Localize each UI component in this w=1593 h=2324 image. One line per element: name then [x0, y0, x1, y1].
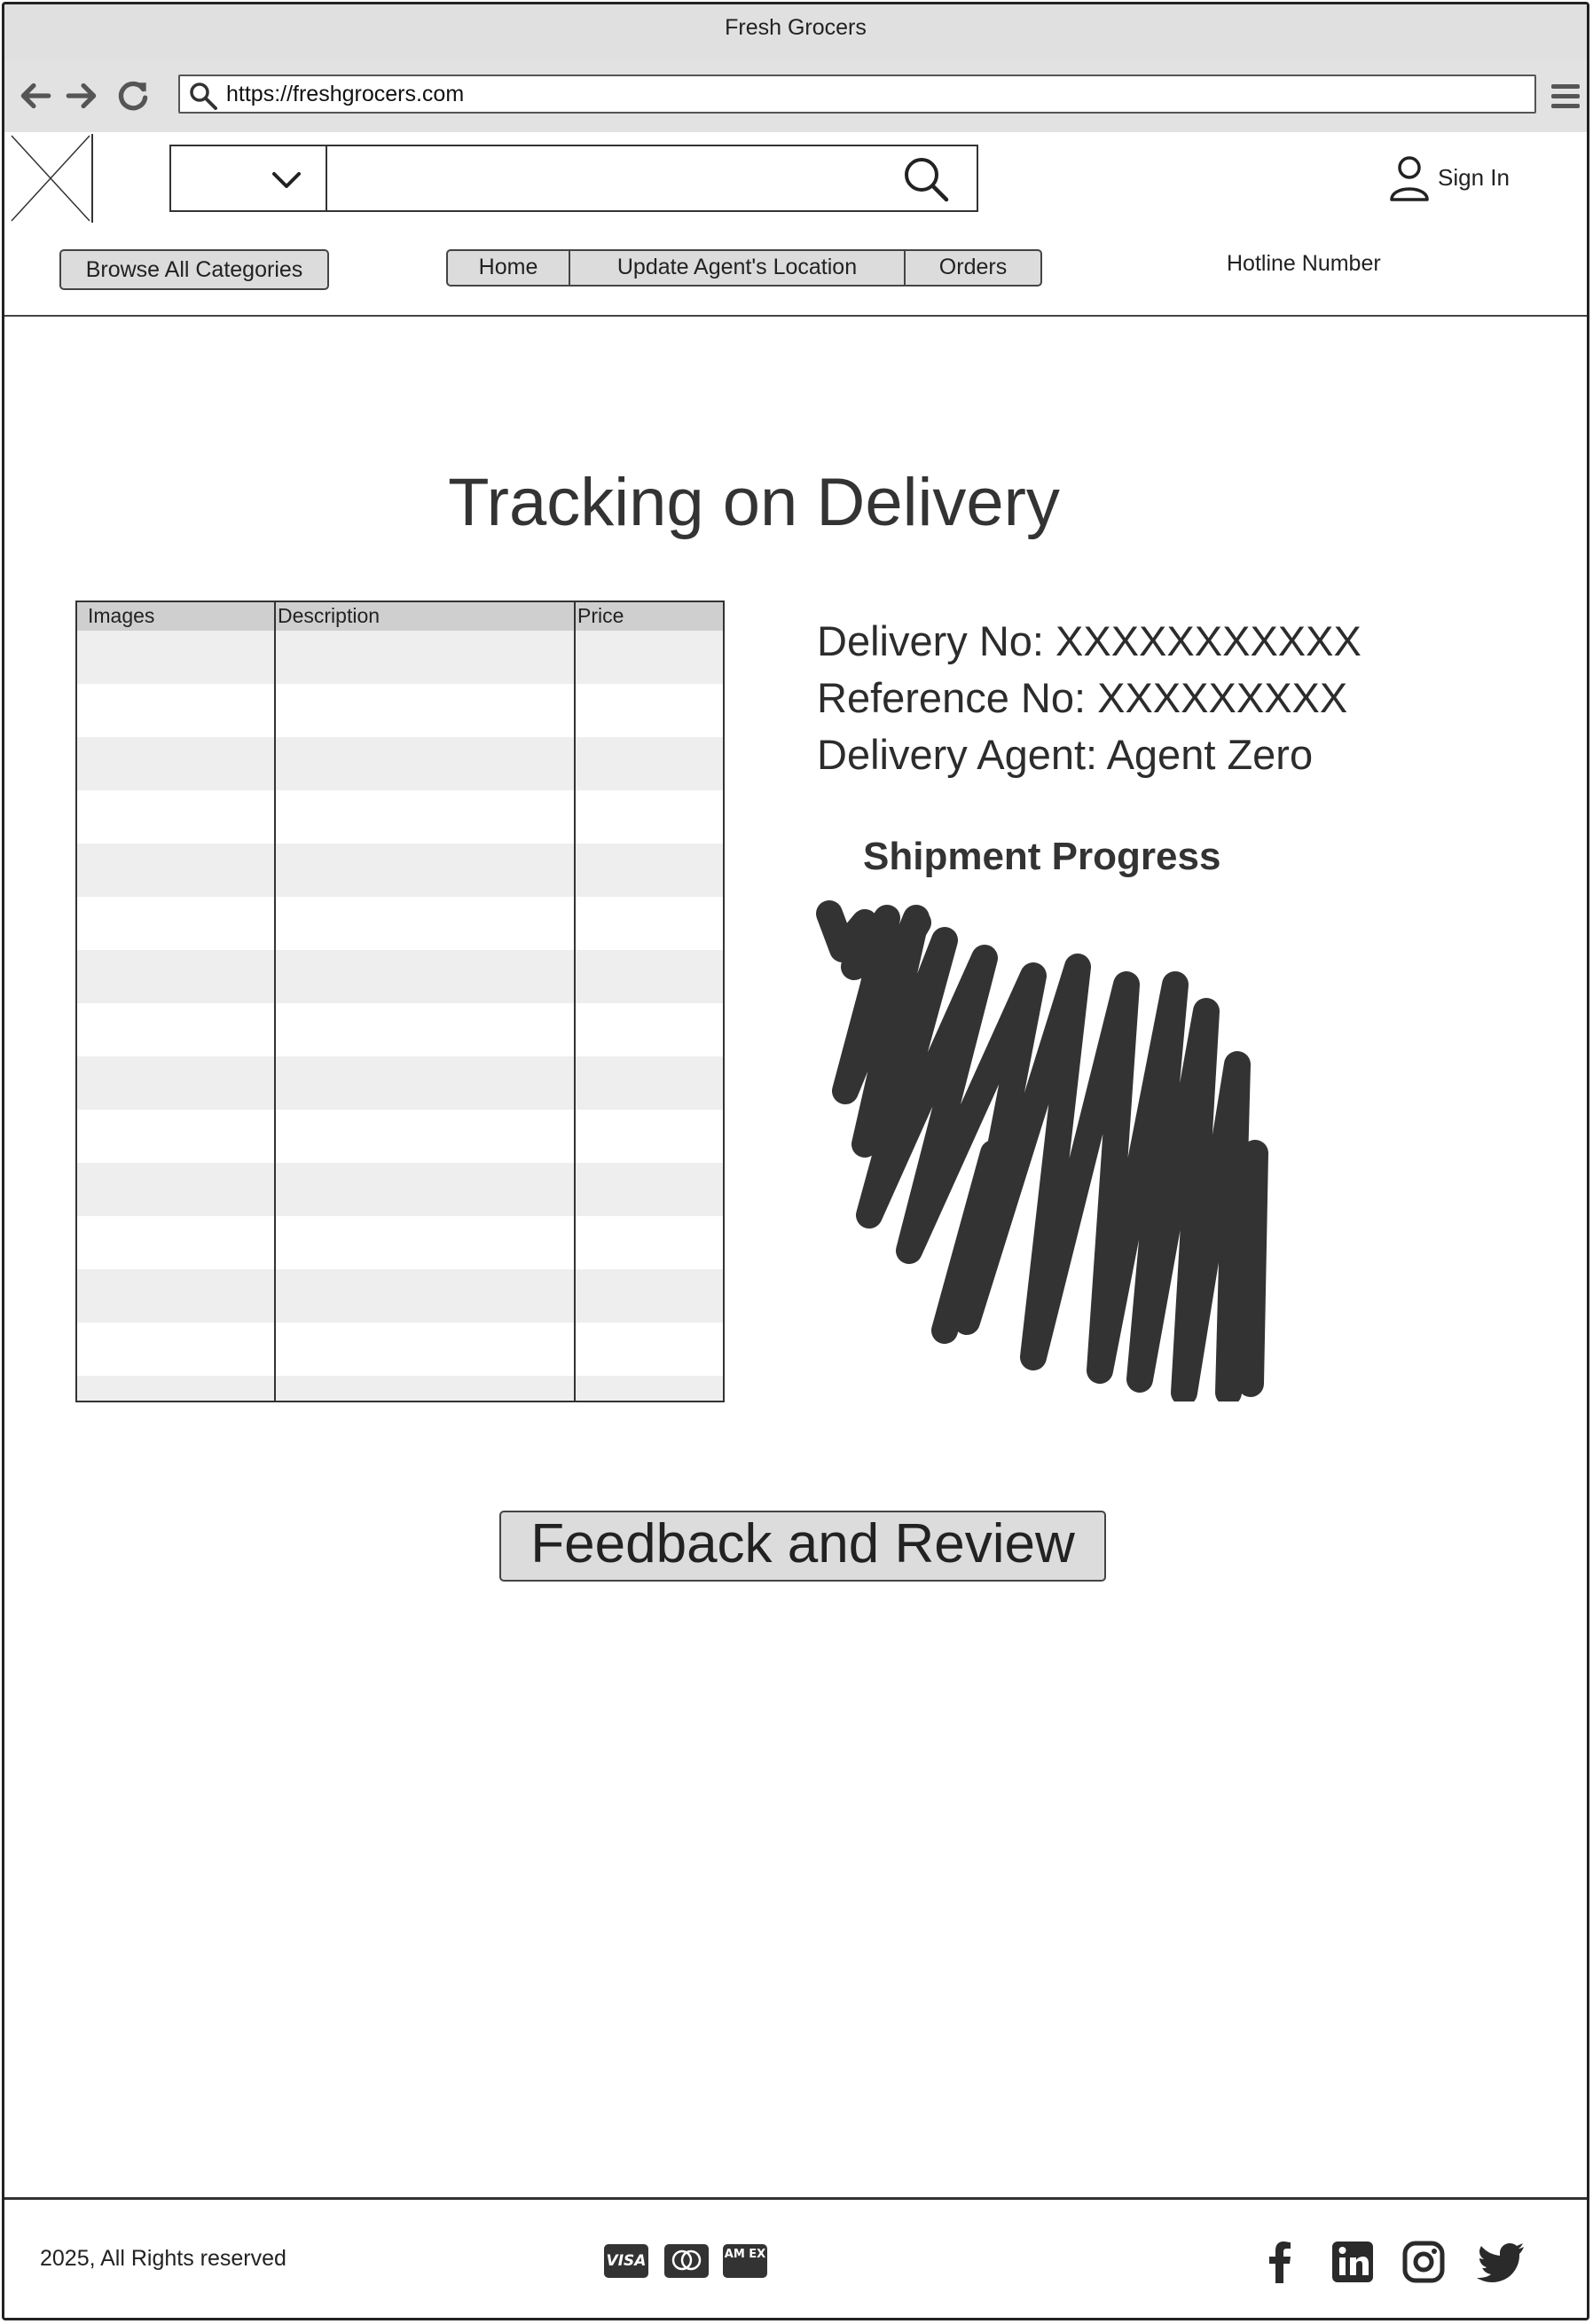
window-title: Fresh Grocers [4, 4, 1587, 61]
url-text: https://freshgrocers.com [226, 82, 465, 106]
instagram-icon[interactable] [1401, 2239, 1447, 2285]
hotline-number: Hotline Number [1227, 251, 1381, 276]
sign-in-label: Sign In [1438, 164, 1510, 191]
items-table: Images Description Price [75, 601, 725, 1402]
tab-orders[interactable]: Orders [906, 251, 1040, 285]
table-row [77, 1056, 723, 1110]
feedback-review-button[interactable]: Feedback and Review [499, 1511, 1106, 1582]
twitter-icon[interactable] [1477, 2239, 1526, 2285]
column-header-price: Price [577, 604, 624, 627]
delivery-agent: Delivery Agent: Agent Zero [817, 731, 1314, 778]
chevron-down-icon [272, 172, 301, 188]
column-header-description: Description [278, 604, 381, 627]
nav-tabs: Home Update Agent's Location Orders [446, 249, 1042, 287]
logo-placeholder [11, 134, 93, 223]
table-row [77, 1269, 723, 1323]
copyright-text: 2025, All Rights reserved [40, 2246, 286, 2271]
navigation-menu: Browse All Categories Home Update Agent'… [4, 224, 1587, 317]
site-footer: 2025, All Rights reserved VISA AM EX [4, 2197, 1587, 2318]
table-row [77, 950, 723, 1003]
mastercard-icon [664, 2244, 709, 2278]
delivery-number: Delivery No: XXXXXXXXXXX [817, 617, 1362, 664]
browser-window: Fresh Grocers https://freshgrocers.com S… [2, 2, 1589, 2320]
browser-toolbar: https://freshgrocers.com [4, 59, 1587, 135]
table-row [77, 631, 723, 684]
site-header: Sign In [4, 132, 1587, 227]
reference-number: Reference No: XXXXXXXXX [817, 674, 1348, 721]
url-bar[interactable]: https://freshgrocers.com [178, 75, 1536, 114]
search-icon [190, 82, 217, 110]
forward-arrow-icon[interactable] [63, 77, 100, 114]
table-row [77, 1376, 723, 1401]
reload-icon[interactable] [114, 77, 152, 114]
amex-icon: AM EX [723, 2244, 767, 2278]
browse-categories-button[interactable]: Browse All Categories [59, 249, 329, 290]
visa-icon: VISA [604, 2244, 648, 2278]
column-header-images: Images [88, 604, 155, 627]
search-bar [169, 145, 978, 212]
facebook-icon[interactable] [1257, 2239, 1303, 2285]
shipment-progress-title: Shipment Progress [863, 835, 1221, 878]
page-title: Tracking on Delivery [448, 465, 1060, 540]
search-icon[interactable] [900, 153, 952, 205]
table-row [77, 1163, 723, 1216]
hamburger-menu-icon[interactable] [1550, 81, 1581, 113]
linkedin-icon[interactable] [1330, 2239, 1376, 2285]
column-divider [574, 602, 576, 1401]
back-arrow-icon[interactable] [17, 77, 54, 114]
column-divider [274, 602, 276, 1401]
shipment-progress-map-placeholder [816, 900, 1268, 1401]
table-row [77, 737, 723, 790]
table-row [77, 844, 723, 897]
tab-update-agent-location[interactable]: Update Agent's Location [570, 251, 904, 285]
category-dropdown[interactable] [171, 146, 327, 210]
tab-home[interactable]: Home [448, 251, 569, 285]
table-header: Images Description Price [77, 602, 723, 631]
user-icon [1390, 156, 1429, 201]
